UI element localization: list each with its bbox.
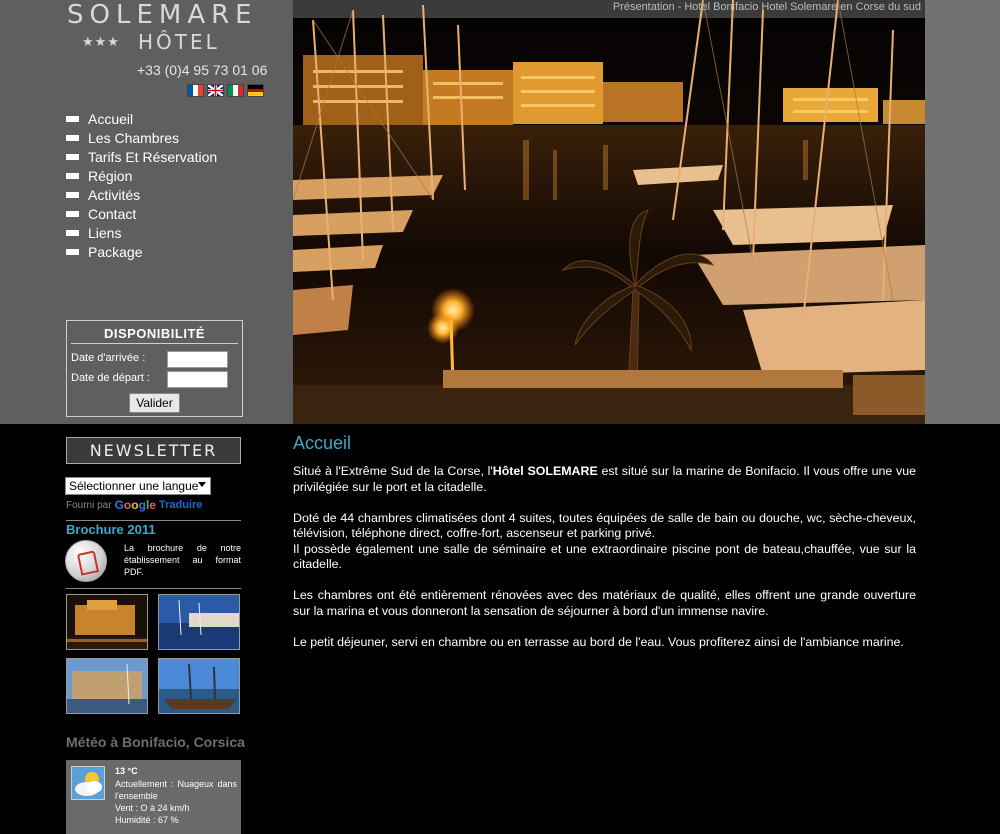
breakfast-paragraph: Le petit déjeuner, servi en chambre ou e… (293, 634, 904, 649)
rooms-paragraph: Doté de 44 chambres climatisées dont 4 s… (293, 510, 916, 572)
bullet-icon (66, 172, 79, 179)
page-caption: Présentation - Hotel Bonifacio Hotel Sol… (612, 1, 921, 13)
availability-title: DISPONIBILITÉ (71, 321, 238, 344)
nav-item-contact[interactable]: Contact (66, 204, 217, 223)
flag-gb-icon[interactable] (207, 84, 224, 97)
language-flags (187, 84, 264, 97)
flag-it-icon[interactable] (227, 84, 244, 97)
logo-stars: ★★★ (82, 34, 120, 49)
weather-wind: Vent : O à 24 km/h (115, 803, 190, 813)
hotel-logo[interactable]: SOLEMARE ★★★ HÔTEL (62, 0, 252, 56)
weather-temperature: 13 °C (115, 766, 138, 776)
bullet-icon (66, 210, 79, 217)
bullet-icon (66, 248, 79, 255)
bullet-icon (66, 115, 79, 122)
nav-item-chambres[interactable]: Les Chambres (66, 128, 217, 147)
thumbnail-citadel-day[interactable] (66, 658, 148, 714)
main-content: Situé à l'Extrême Sud de la Corse, l'Hôt… (293, 464, 916, 666)
nav-label: Accueil (88, 110, 134, 127)
nav-label: Contact (88, 205, 137, 222)
translate-link[interactable]: Traduire (159, 499, 202, 511)
nav-item-package[interactable]: Package (66, 242, 217, 261)
cloud-sun-icon (71, 766, 105, 800)
brochure-title: Brochure 2011 (66, 522, 156, 537)
renovation-paragraph: Les chambres ont été entièrement rénovée… (293, 588, 916, 618)
bullet-icon (66, 134, 79, 141)
marina-night-image (293, 0, 925, 424)
flag-fr-icon[interactable] (187, 84, 204, 97)
nav-label: Activités (88, 186, 141, 203)
brochure-description[interactable]: La brochure de notre établissement au fo… (124, 542, 241, 578)
divider (66, 520, 241, 521)
nav-item-tarifs[interactable]: Tarifs Et Réservation (66, 147, 217, 166)
weather-widget: 13 °C Actuellement : Nuageux dans l'ense… (66, 760, 241, 834)
phone-number: +33 (0)4 95 73 01 06 (137, 62, 268, 78)
main-nav: Accueil Les Chambres Tarifs Et Réservati… (66, 109, 217, 261)
nav-item-liens[interactable]: Liens (66, 223, 217, 242)
intro-paragraph: Situé à l'Extrême Sud de la Corse, l'Hôt… (293, 464, 916, 494)
language-select-label: Sélectionner une langue (69, 479, 199, 493)
weather-current: Actuellement : Nuageux dans l'ensemble (115, 779, 237, 801)
language-select[interactable]: Sélectionner une langue (65, 477, 211, 495)
bullet-icon (66, 153, 79, 160)
divider (66, 588, 241, 589)
weather-humidity: Humidité : 67 % (115, 815, 179, 825)
flag-de-icon[interactable] (247, 84, 264, 97)
pdf-icon[interactable] (65, 540, 107, 582)
page-title: Accueil (293, 433, 352, 453)
powered-by-label: Fourni par (66, 499, 112, 511)
logo-name: SOLEMARE (67, 0, 258, 30)
validate-button[interactable]: Valider (129, 393, 180, 413)
nav-item-activites[interactable]: Activités (66, 185, 217, 204)
google-translate-credit: Fourni par Google Traduire (66, 498, 202, 512)
departure-label: Date de départ : (71, 372, 150, 384)
nav-item-region[interactable]: Région (66, 166, 217, 185)
nav-item-accueil[interactable]: Accueil (66, 109, 217, 128)
thumbnail-citadel-night[interactable] (66, 594, 148, 650)
thumbnail-harbor-day[interactable] (158, 594, 240, 650)
google-logo: Google (114, 498, 156, 512)
hotel-name: Hôtel SOLEMARE (492, 464, 598, 478)
nav-label: Liens (88, 224, 122, 241)
arrival-date-input[interactable] (167, 351, 228, 368)
bullet-icon (66, 229, 79, 236)
nav-label: Les Chambres (88, 129, 180, 146)
arrival-label: Date d'arrivée : (71, 352, 146, 364)
nav-label: Package (88, 243, 143, 260)
newsletter-button[interactable]: NEWSLETTER (66, 437, 241, 464)
weather-title: Météo à Bonifacio, Corsica (66, 734, 245, 750)
departure-date-input[interactable] (167, 371, 228, 388)
nav-label: Tarifs Et Réservation (88, 148, 218, 165)
bullet-icon (66, 191, 79, 198)
availability-box: DISPONIBILITÉ Date d'arrivée : Date de d… (66, 320, 243, 417)
thumbnail-sailboat[interactable] (158, 658, 240, 714)
logo-word: HÔTEL (138, 30, 220, 54)
chevron-down-icon (198, 482, 206, 487)
nav-label: Région (88, 167, 133, 184)
hero-photo: Présentation - Hotel Bonifacio Hotel Sol… (293, 0, 925, 424)
